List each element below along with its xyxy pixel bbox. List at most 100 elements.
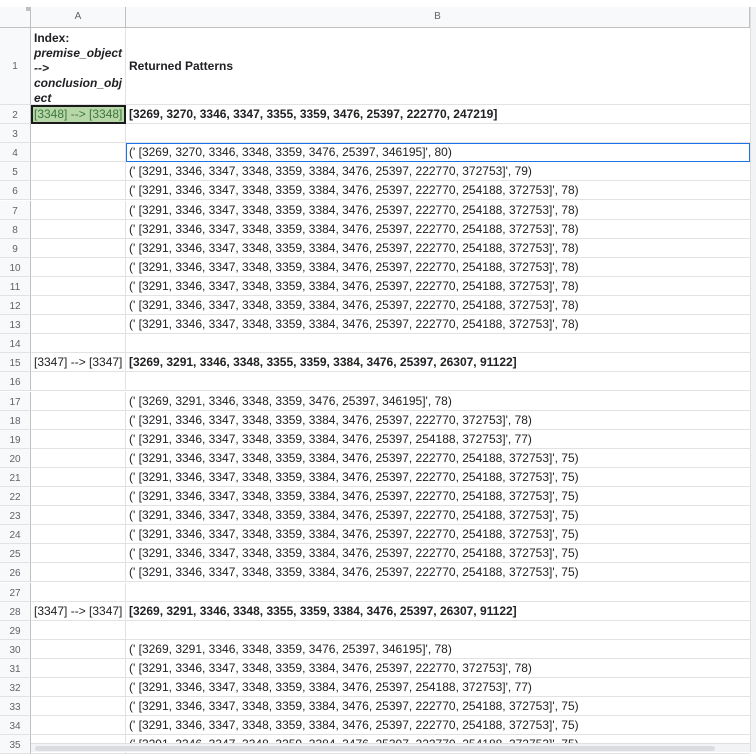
cell-a[interactable] [31,391,126,411]
cell-a[interactable]: [3347] --> [3347] [31,353,126,373]
row-header[interactable]: 28 [0,601,31,621]
cell-b[interactable]: [3269, 3270, 3346, 3347, 3355, 3359, 347… [126,105,750,125]
horizontal-scrollbar[interactable] [31,743,750,752]
cell-b[interactable]: (' [3269, 3291, 3346, 3348, 3359, 3476, … [126,640,750,659]
cell-b[interactable] [126,583,750,602]
row-header[interactable]: 20 [0,448,31,468]
cell-a[interactable] [31,525,126,545]
row-header[interactable]: 34 [0,716,31,736]
row-header[interactable]: 15 [0,353,31,373]
cell-b[interactable]: (' [3291, 3346, 3347, 3348, 3359, 3384, … [126,716,750,736]
cell-a[interactable]: [3348] --> [3348] [31,105,126,125]
row-header[interactable]: 11 [0,276,31,296]
cell-b[interactable]: (' [3291, 3346, 3347, 3348, 3359, 3384, … [126,506,750,526]
cell-a[interactable] [31,429,126,449]
cell-a[interactable] [31,620,126,640]
row-header[interactable]: 9 [0,238,31,258]
cell-b[interactable] [126,621,750,640]
row-header[interactable]: 12 [0,296,31,316]
cell-b[interactable]: [3269, 3291, 3346, 3348, 3355, 3359, 338… [126,602,750,621]
row-header[interactable]: 33 [0,697,31,717]
row-header[interactable]: 27 [0,582,31,602]
cell-b[interactable]: (' [3291, 3346, 3347, 3348, 3359, 3384, … [126,678,750,698]
select-all-corner[interactable] [0,7,31,28]
row-header[interactable]: 35 [0,735,31,754]
cell-b[interactable]: (' [3291, 3346, 3347, 3348, 3359, 3384, … [126,487,750,507]
cell-a[interactable] [31,582,126,602]
row-header[interactable]: 1 [0,28,31,105]
cell-b[interactable]: (' [3291, 3346, 3347, 3348, 3359, 3384, … [126,258,750,277]
cell-b[interactable]: (' [3291, 3346, 3347, 3348, 3359, 3384, … [126,697,750,717]
row-header[interactable]: 2 [0,105,31,125]
cell-a[interactable] [31,219,126,239]
row-header[interactable]: 18 [0,410,31,430]
row-header[interactable]: 29 [0,620,31,640]
row-header[interactable]: 14 [0,334,31,354]
cell-b[interactable]: (' [3291, 3346, 3347, 3348, 3359, 3384, … [126,430,750,449]
row-header[interactable]: 5 [0,162,31,182]
row-header[interactable]: 16 [0,372,31,392]
cell-a[interactable] [31,257,126,277]
cell-a[interactable] [31,143,126,163]
cell-a[interactable] [31,124,126,144]
cell-a[interactable] [31,276,126,296]
cell-a[interactable] [31,372,126,392]
cell-b[interactable]: (' [3291, 3346, 3347, 3348, 3359, 3384, … [126,181,750,201]
row-header[interactable]: 8 [0,219,31,239]
row-header[interactable]: 10 [0,257,31,277]
cell-a[interactable] [31,315,126,335]
cell-a[interactable] [31,200,126,220]
row-header[interactable]: 4 [0,143,31,163]
cell-b[interactable]: (' [3291, 3346, 3347, 3348, 3359, 3384, … [126,239,750,258]
column-header-a[interactable]: A [31,7,126,28]
cell-b[interactable]: (' [3269, 3270, 3346, 3348, 3359, 3476, … [126,143,750,163]
row-header[interactable]: 23 [0,506,31,526]
cell-a[interactable] [31,658,126,678]
column-header-b[interactable]: B [126,7,750,28]
cell-b[interactable]: (' [3291, 3346, 3347, 3348, 3359, 3384, … [126,411,750,430]
cell-a[interactable] [31,410,126,430]
row-header[interactable]: 26 [0,563,31,583]
cell-a[interactable] [31,467,126,487]
row-header[interactable]: 25 [0,544,31,564]
row-header[interactable]: 7 [0,200,31,220]
cell-a[interactable] [31,563,126,583]
row-header[interactable]: 13 [0,315,31,335]
cell-a[interactable] [31,296,126,316]
cell-a1[interactable]: Index: premise_object --> conclusion_obj… [31,28,126,105]
cell-b[interactable]: (' [3291, 3346, 3347, 3348, 3359, 3384, … [126,659,750,678]
cell-b[interactable]: (' [3269, 3291, 3346, 3348, 3359, 3476, … [126,392,750,411]
cell-b[interactable]: (' [3291, 3346, 3347, 3348, 3359, 3384, … [126,277,750,296]
cell-a[interactable] [31,448,126,468]
cell-a[interactable] [31,487,126,507]
row-header[interactable]: 19 [0,429,31,449]
cell-a[interactable]: [3347] --> [3347] [31,601,126,621]
row-header[interactable]: 21 [0,467,31,487]
cell-a[interactable] [31,506,126,526]
cell-b[interactable]: (' [3291, 3346, 3347, 3348, 3359, 3384, … [126,315,750,335]
cell-b[interactable]: (' [3291, 3346, 3347, 3348, 3359, 3384, … [126,220,750,239]
cell-b[interactable]: (' [3291, 3346, 3347, 3348, 3359, 3384, … [126,525,750,545]
cell-a[interactable] [31,697,126,717]
vertical-scrollbar[interactable] [750,7,756,752]
cell-a[interactable] [31,181,126,201]
cell-a[interactable] [31,678,126,698]
cell-a[interactable] [31,162,126,182]
row-header[interactable]: 30 [0,639,31,659]
row-header[interactable]: 24 [0,525,31,545]
cell-b[interactable]: (' [3291, 3346, 3347, 3348, 3359, 3384, … [126,563,750,583]
scrollbar-thumb[interactable] [35,746,715,751]
row-header[interactable]: 17 [0,391,31,411]
cell-b[interactable]: (' [3291, 3346, 3347, 3348, 3359, 3384, … [126,296,750,316]
cell-a[interactable] [31,334,126,354]
cell-b[interactable] [126,334,750,354]
cell-b[interactable]: (' [3291, 3346, 3347, 3348, 3359, 3384, … [126,468,750,487]
cell-b[interactable] [126,124,750,144]
cell-b[interactable]: (' [3291, 3346, 3347, 3348, 3359, 3384, … [126,449,750,468]
cell-a[interactable] [31,716,126,736]
cell-a[interactable] [31,639,126,659]
cell-b[interactable] [126,372,750,392]
cell-a[interactable] [31,544,126,564]
row-header[interactable]: 3 [0,124,31,144]
row-header[interactable]: 6 [0,181,31,201]
